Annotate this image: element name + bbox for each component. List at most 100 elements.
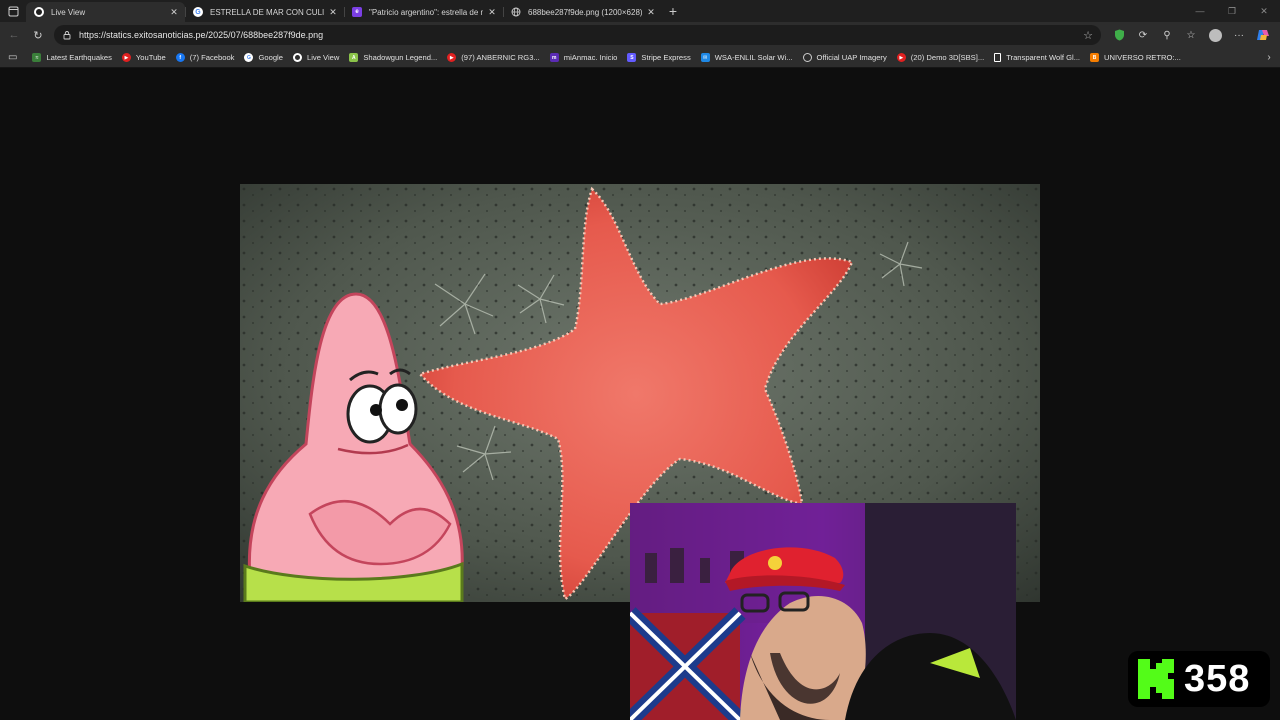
youtube-icon: ▶: [896, 53, 906, 62]
bookmark-shadowgun[interactable]: A Shadowgun Legend...: [344, 49, 442, 67]
navigation-toolbar: ← ↻ https://statics.exitosanoticias.pe/2…: [0, 22, 1280, 48]
minimize-button[interactable]: —: [1184, 0, 1216, 22]
bookmark-universo-retro[interactable]: B UNIVERSO RETRO:...: [1085, 49, 1186, 67]
close-icon[interactable]: ✕: [646, 7, 656, 17]
arrow-left-icon: ←: [8, 29, 20, 41]
more-icon: ···: [1234, 29, 1244, 41]
site-icon: e: [352, 7, 362, 17]
collections-icon[interactable]: ▭: [8, 52, 17, 63]
restore-icon: ❐: [1227, 5, 1237, 16]
doc-icon: [994, 53, 1002, 62]
bookmark-google[interactable]: G Google: [239, 49, 288, 67]
extensions-button[interactable]: ⚲: [1155, 23, 1179, 47]
star-icon[interactable]: ☆: [1083, 29, 1093, 42]
tab-title: 688bee287f9de.png (1200×628): [528, 7, 642, 17]
stripe-icon: S: [627, 53, 637, 62]
puzzle-icon: ⚲: [1163, 29, 1171, 41]
favorites-button[interactable]: ☆: [1179, 23, 1203, 47]
close-icon[interactable]: ✕: [169, 7, 179, 17]
google-icon: G: [244, 53, 254, 62]
address-bar[interactable]: https://statics.exitosanoticias.pe/2025/…: [54, 25, 1101, 45]
blogger-icon: B: [1090, 53, 1100, 62]
window-controls: — ❐ ✕: [1184, 0, 1280, 22]
github-icon: [292, 53, 302, 62]
kick-logo-icon: [1138, 659, 1174, 699]
bookmark-label: Shadowgun Legend...: [363, 53, 438, 62]
plus-icon: +: [668, 3, 678, 19]
bookmark-label: YouTube: [135, 53, 166, 62]
bookmark-demo-3d[interactable]: ▶ (20) Demo 3D[SBS]...: [892, 49, 989, 67]
tab-actions-icon: [8, 6, 18, 16]
bookmark-transparent-wolf[interactable]: Transparent Wolf Gl...: [989, 49, 1085, 67]
kick-follower-badge: 358: [1128, 651, 1270, 707]
sync-icon: ⟳: [1138, 29, 1148, 41]
bookmark-label: Google: [258, 53, 283, 62]
copilot-button[interactable]: [1251, 23, 1275, 47]
youtube-icon: ▶: [447, 53, 457, 62]
tab-live-view[interactable]: Live View ✕: [26, 2, 185, 22]
bookmark-label: Live View: [306, 53, 340, 62]
bookmark-label: miAnmac. Inicio: [563, 53, 618, 62]
bookmark-mianmac[interactable]: m miAnmac. Inicio: [545, 49, 623, 67]
ring-icon: [802, 53, 812, 62]
streamer-webcam: [630, 503, 1016, 720]
bookmark-youtube[interactable]: ▶ YouTube: [117, 49, 171, 67]
bookmark-latest-earthquakes[interactable]: ≈ Latest Earthquakes: [27, 49, 116, 67]
bookmark-anbernic[interactable]: ▶ (97) ANBERNIC RG3...: [442, 49, 545, 67]
tab-actions-button[interactable]: [0, 0, 26, 22]
bookmarks-bar: ▭ ≈ Latest Earthquakes ▶ YouTube f (7) Face…: [0, 48, 1280, 68]
tab-png-image[interactable]: 688bee287f9de.png (1200×628) ✕: [503, 2, 662, 22]
bookmark-label: (97) ANBERNIC RG3...: [461, 53, 540, 62]
close-icon[interactable]: ✕: [487, 7, 497, 17]
favorites-icon: ☆: [1186, 29, 1196, 41]
noaa-icon: ✉: [700, 53, 710, 62]
tab-estrella-de-mar[interactable]: G ESTRELLA DE MAR CON CULITO ✕: [185, 2, 344, 22]
bookmark-label: UNIVERSO RETRO:...: [1104, 53, 1181, 62]
minimize-icon: —: [1195, 6, 1205, 16]
menu-button[interactable]: ···: [1227, 23, 1251, 47]
reload-button[interactable]: ↻: [26, 23, 50, 47]
site-info-icon[interactable]: [62, 30, 72, 40]
bookmark-label: Transparent Wolf Gl...: [1006, 53, 1081, 62]
bookmark-wsa-enlil[interactable]: ✉ WSA-ENLIL Solar Wi...: [696, 49, 798, 67]
new-tab-button[interactable]: +: [662, 0, 684, 22]
tab-strip: Live View ✕ G ESTRELLA DE MAR CON CULITO…: [0, 0, 1280, 22]
page-viewport: 358: [0, 69, 1280, 720]
profile-button[interactable]: [1203, 23, 1227, 47]
close-icon: ✕: [1260, 5, 1268, 16]
bookmark-stripe[interactable]: S Stripe Express: [622, 49, 695, 67]
tab-patricio-argentino[interactable]: e "Patricio argentino": estrella de m ✕: [344, 2, 503, 22]
google-icon: G: [193, 7, 203, 17]
extension-shield-button[interactable]: [1107, 23, 1131, 47]
bookmark-label: WSA-ENLIL Solar Wi...: [714, 53, 793, 62]
youtube-icon: ▶: [121, 53, 131, 62]
bookmark-label: Official UAP Imagery: [816, 53, 887, 62]
bookmark-live-view[interactable]: Live View: [288, 49, 344, 67]
webcam-feed: [630, 503, 1016, 720]
bookmark-uap-imagery[interactable]: Official UAP Imagery: [798, 49, 892, 67]
usgs-icon: ≈: [32, 53, 42, 62]
copilot-icon: [1257, 30, 1269, 40]
android-icon: A: [349, 53, 359, 62]
back-button[interactable]: ←: [2, 23, 26, 47]
anmac-icon: m: [549, 53, 559, 62]
url-text: https://statics.exitosanoticias.pe/2025/…: [79, 30, 324, 40]
bookmark-label: (20) Demo 3D[SBS]...: [910, 53, 985, 62]
reload-icon: ↻: [33, 29, 43, 42]
chevron-right-icon[interactable]: ›: [1258, 52, 1280, 63]
bookmark-facebook[interactable]: f (7) Facebook: [171, 49, 240, 67]
tab-title: Live View: [51, 7, 86, 17]
bookmark-label: Latest Earthquakes: [46, 53, 112, 62]
extension-refresh-button[interactable]: ⟳: [1131, 23, 1155, 47]
close-icon[interactable]: ✕: [328, 7, 338, 17]
globe-icon: [511, 7, 521, 17]
tab-title: ESTRELLA DE MAR CON CULITO: [210, 7, 324, 17]
shield-icon: [1114, 29, 1124, 41]
tab-title: "Patricio argentino": estrella de m: [369, 7, 483, 17]
avatar: [1208, 28, 1222, 42]
restore-button[interactable]: ❐: [1216, 0, 1248, 22]
bookmark-label: Stripe Express: [641, 53, 691, 62]
github-icon: [34, 7, 44, 17]
close-window-button[interactable]: ✕: [1248, 0, 1280, 22]
kick-count: 358: [1184, 657, 1251, 700]
